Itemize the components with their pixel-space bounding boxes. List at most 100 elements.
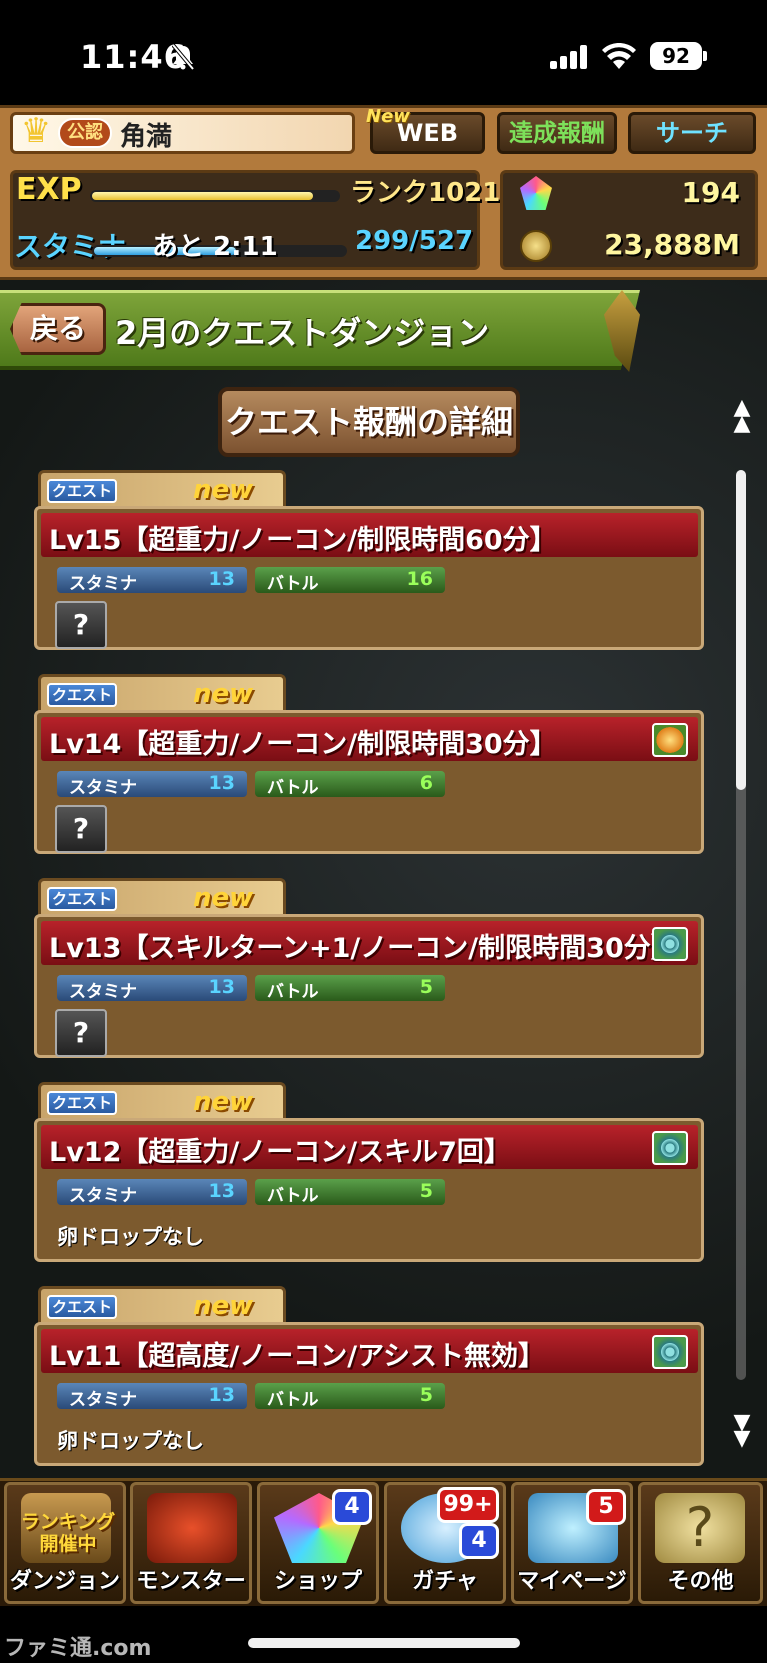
battle-pill-label: バトル xyxy=(267,1186,319,1206)
nav-other[interactable]: ? その他 xyxy=(638,1482,763,1604)
coin-icon xyxy=(520,230,552,262)
quest-title-bar: Lv12【超重力/ノーコン/スキル7回】 xyxy=(41,1125,698,1169)
rank-label: ランク1021 xyxy=(350,178,501,208)
quest-title: Lv13【スキルターン+1/ノーコン/制限時間30分】 xyxy=(49,933,678,964)
quest-card[interactable]: クエスト new Lv12【超重力/ノーコン/スキル7回】スタミナ 13 バトル 5 卵ドロ… xyxy=(34,1082,704,1262)
coin-count: 23,888M xyxy=(604,228,740,261)
scroll-up-icon[interactable]: ▲ ▲ xyxy=(733,397,751,435)
unknown-drop-icon: ? xyxy=(55,601,107,649)
sun-attribute-icon xyxy=(652,723,688,757)
gacha-badge-top: 99+ xyxy=(437,1487,499,1523)
battle-pill-label: バトル xyxy=(267,574,319,594)
quest-card[interactable]: クエスト new Lv14【超重力/ノーコン/制限時間30分】スタミナ 13 バトル 6? xyxy=(34,674,704,854)
quest-title: Lv12【超重力/ノーコン/スキル7回】 xyxy=(49,1137,511,1168)
quest-card[interactable]: クエスト new Lv11【超高度/ノーコン/アシスト無効】スタミナ 13 バトル 5 卵ド… xyxy=(34,1286,704,1466)
new-label: new xyxy=(193,1291,254,1321)
stamina-pill-label: スタミナ xyxy=(69,982,137,1002)
unknown-drop-icon: ? xyxy=(55,805,107,853)
exp-label: EXP xyxy=(16,172,82,207)
battle-pill: バトル 5 xyxy=(255,1383,445,1410)
quest-tab: クエスト new xyxy=(38,878,286,916)
nav-label: その他 xyxy=(667,1569,734,1594)
stamina-pill: スタミナ 13 xyxy=(57,567,247,594)
quest-type-label: クエスト xyxy=(47,887,117,911)
achievement-reward-button[interactable]: 達成報酬 xyxy=(497,112,617,154)
new-tag: New xyxy=(366,106,410,127)
home-indicator[interactable] xyxy=(248,1638,520,1648)
quest-tab: クエスト new xyxy=(38,674,286,712)
scrollbar-thumb[interactable] xyxy=(736,470,746,790)
nav-shop[interactable]: 4 ショップ xyxy=(257,1482,379,1604)
no-egg-drop-text: 卵ドロップなし xyxy=(57,1429,204,1453)
stamina-pill: スタミナ 13 xyxy=(57,771,247,798)
nav-dungeon[interactable]: ランキング開催中 ダンジョン xyxy=(4,1482,126,1604)
quest-body: Lv13【スキルターン+1/ノーコン/制限時間30分】スタミナ 13 バトル 5? xyxy=(34,914,704,1058)
stamina-timer: あと 2:11 xyxy=(152,232,278,262)
battle-count: 5 xyxy=(419,1180,433,1202)
nav-label: ダンジョン xyxy=(9,1569,120,1594)
exp-bar-fill xyxy=(92,192,314,200)
nav-mypage[interactable]: 5 マイページ xyxy=(511,1482,633,1604)
unknown-drop-icon: ? xyxy=(55,1009,107,1057)
nav-monster[interactable]: モンスター xyxy=(130,1482,252,1604)
player-name: 角満 xyxy=(120,122,173,152)
ranking-event-tag: ランキング開催中 xyxy=(20,1511,116,1555)
back-button[interactable]: 戻る xyxy=(10,303,106,355)
magic-stone-count: 194 xyxy=(681,176,740,209)
quest-title: Lv15【超重力/ノーコン/制限時間60分】 xyxy=(49,525,557,556)
scroll-down-icon[interactable]: ▼ ▼ xyxy=(733,1412,751,1450)
stamina-pill-label: スタミナ xyxy=(69,574,137,594)
battle-pill: バトル 6 xyxy=(255,771,445,798)
quest-body: Lv12【超重力/ノーコン/スキル7回】スタミナ 13 バトル 5 卵ドロップなし xyxy=(34,1118,704,1262)
quest-type-label: クエスト xyxy=(47,1091,117,1115)
quest-reward-detail-button[interactable]: クエスト報酬の詳細 xyxy=(218,387,520,457)
swirl-attribute-icon xyxy=(652,1131,688,1165)
nav-gacha[interactable]: 99+ 4 ガチャ xyxy=(384,1482,506,1604)
battle-pill: バトル 5 xyxy=(255,975,445,1002)
quest-title: Lv11【超高度/ノーコン/アシスト無効】 xyxy=(49,1341,546,1372)
status-time: 11:46 xyxy=(80,38,187,76)
nav-label: ショップ xyxy=(273,1569,362,1594)
quest-tab: クエスト new xyxy=(38,1082,286,1120)
battle-pill-label: バトル xyxy=(267,1390,319,1410)
no-egg-drop-text: 卵ドロップなし xyxy=(57,1225,204,1249)
battle-count: 5 xyxy=(419,976,433,998)
official-badge: 公認 xyxy=(58,118,112,148)
stamina-cost: 13 xyxy=(208,976,235,998)
battle-count: 5 xyxy=(419,1384,433,1406)
battery-indicator: 92 xyxy=(650,42,702,70)
quest-tab: クエスト new xyxy=(38,1286,286,1324)
stamina-pill: スタミナ 13 xyxy=(57,975,247,1002)
battle-count: 6 xyxy=(419,772,433,794)
nav-label: ガチャ xyxy=(412,1569,478,1594)
quest-body: Lv14【超重力/ノーコン/制限時間30分】スタミナ 13 バトル 6? xyxy=(34,710,704,854)
quest-tab: クエスト new xyxy=(38,470,286,508)
quest-title: Lv14【超重力/ノーコン/制限時間30分】 xyxy=(49,729,557,760)
stamina-pill: スタミナ 13 xyxy=(57,1179,247,1206)
crown-icon: ♛ xyxy=(20,111,52,151)
quest-body: Lv11【超高度/ノーコン/アシスト無効】スタミナ 13 バトル 5 卵ドロップなし xyxy=(34,1322,704,1466)
stamina-value: 299/527 xyxy=(355,226,474,256)
nav-label: マイページ xyxy=(517,1569,627,1594)
stamina-pill-label: スタミナ xyxy=(69,1186,137,1206)
new-label: new xyxy=(193,475,254,505)
quest-card[interactable]: クエスト new Lv15【超重力/ノーコン/制限時間60分】スタミナ 13 バトル 16… xyxy=(34,470,704,650)
swirl-attribute-icon xyxy=(652,927,688,961)
mypage-badge: 5 xyxy=(586,1489,626,1525)
nav-label: モンスター xyxy=(136,1569,246,1594)
stamina-pill-label: スタミナ xyxy=(69,1390,137,1410)
question-icon: ? xyxy=(655,1493,745,1563)
quest-title-bar: Lv15【超重力/ノーコン/制限時間60分】 xyxy=(41,513,698,557)
page-title: 2月のクエストダンジョン xyxy=(115,314,490,352)
quest-title-bar: Lv13【スキルターン+1/ノーコン/制限時間30分】 xyxy=(41,921,698,965)
quest-card[interactable]: クエスト new Lv13【スキルターン+1/ノーコン/制限時間30分】スタミナ 13… xyxy=(34,878,704,1058)
quest-title-bar: Lv14【超重力/ノーコン/制限時間30分】 xyxy=(41,717,698,761)
battle-count: 16 xyxy=(406,568,433,590)
stamina-cost: 13 xyxy=(208,1180,235,1202)
quest-type-label: クエスト xyxy=(47,1295,117,1319)
stamina-pill: スタミナ 13 xyxy=(57,1383,247,1410)
gacha-badge: 4 xyxy=(459,1523,499,1559)
search-button[interactable]: サーチ xyxy=(628,112,756,154)
battle-pill: バトル 16 xyxy=(255,567,445,594)
wifi-icon xyxy=(602,43,636,69)
